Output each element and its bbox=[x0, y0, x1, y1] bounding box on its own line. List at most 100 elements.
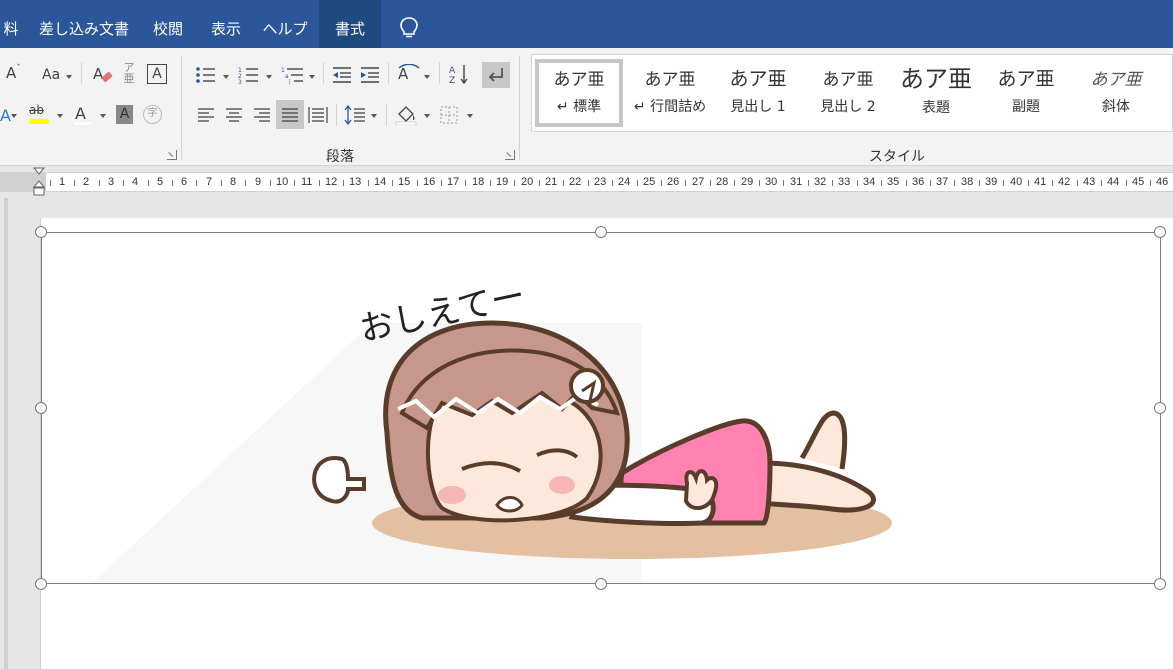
ruler-number: 15 bbox=[398, 176, 411, 188]
tab-references[interactable]: 料 bbox=[0, 0, 22, 48]
line-spacing-dropdown-icon[interactable] bbox=[371, 114, 377, 118]
ruler-number: 12 bbox=[325, 176, 338, 188]
ruler-number: 43 bbox=[1083, 176, 1096, 188]
change-case-dropdown-icon[interactable] bbox=[66, 75, 72, 79]
change-case-button[interactable]: Aa bbox=[42, 67, 60, 83]
ruler-number: 6 bbox=[181, 176, 188, 188]
ruler-tick bbox=[930, 180, 931, 186]
align-right-icon[interactable] bbox=[252, 106, 272, 124]
shading-icon[interactable] bbox=[395, 103, 417, 125]
highlight-button[interactable]: ab bbox=[29, 103, 44, 117]
ruler-number: 34 bbox=[863, 176, 876, 188]
tab-format[interactable]: 書式 bbox=[319, 0, 381, 48]
align-left-icon[interactable] bbox=[196, 106, 216, 124]
character-border-button[interactable]: A bbox=[147, 64, 167, 84]
resize-handle-top-right[interactable] bbox=[1154, 226, 1166, 238]
horizontal-ruler[interactable]: 1 2 3 4 5 6 7 8 9 10 11 12 13 14 15 16 17 18 19 20 21 22 23 24 2… bbox=[0, 166, 1173, 198]
paragraph-group-label: 段落 bbox=[326, 149, 354, 165]
distributed-icon[interactable] bbox=[308, 106, 328, 124]
tab-review[interactable]: 校閲 bbox=[146, 0, 190, 48]
style-no-spacing[interactable]: あア亜 ↵ 行間詰め bbox=[626, 59, 714, 127]
ruler-number: 14 bbox=[374, 176, 387, 188]
bullets-dropdown-icon[interactable] bbox=[223, 75, 229, 79]
ruler-number: 46 bbox=[1156, 176, 1169, 188]
tab-view[interactable]: 表示 bbox=[204, 0, 248, 48]
ruler-number: 39 bbox=[985, 176, 998, 188]
clear-formatting-icon[interactable]: A bbox=[92, 64, 114, 86]
ruler-number: 21 bbox=[545, 176, 558, 188]
phonetic-guide-button[interactable]: ア亜 bbox=[122, 62, 136, 84]
ruler-tick bbox=[343, 180, 344, 186]
multilevel-list-icon[interactable]: 1ai bbox=[281, 65, 305, 85]
resize-handle-middle-left[interactable] bbox=[35, 402, 47, 414]
ruler-tick bbox=[245, 180, 246, 186]
line-spacing-icon[interactable] bbox=[344, 105, 366, 125]
ruler-number: 7 bbox=[206, 176, 213, 188]
show-marks-button[interactable] bbox=[482, 62, 510, 88]
ribbon-separator bbox=[439, 62, 440, 84]
ruler-number: 3 bbox=[108, 176, 115, 188]
ruler-number: 36 bbox=[912, 176, 925, 188]
resize-handle-middle-right[interactable] bbox=[1154, 402, 1166, 414]
justify-button[interactable] bbox=[276, 100, 304, 129]
font-dialog-launcher-icon[interactable] bbox=[167, 150, 177, 160]
ruler-tick bbox=[685, 180, 686, 186]
borders-dropdown-icon[interactable] bbox=[467, 114, 473, 118]
font-color-dropdown-icon[interactable] bbox=[100, 114, 106, 118]
ruler-tick bbox=[441, 180, 442, 186]
resize-handle-top-left[interactable] bbox=[35, 226, 47, 238]
asian-layout-icon[interactable]: A bbox=[397, 64, 421, 84]
increase-indent-icon[interactable] bbox=[359, 65, 381, 85]
numbering-icon[interactable]: 123 bbox=[238, 65, 260, 85]
sort-icon[interactable]: A Z bbox=[448, 63, 470, 85]
ruler-number: 37 bbox=[936, 176, 949, 188]
ruler-tick bbox=[1052, 180, 1053, 186]
align-center-icon[interactable] bbox=[224, 106, 244, 124]
enclose-characters-button[interactable]: 字 bbox=[143, 105, 162, 124]
ruler-number: 16 bbox=[423, 176, 436, 188]
tab-mailings[interactable]: 差し込み文書 bbox=[36, 0, 132, 48]
ruler-number: 31 bbox=[790, 176, 803, 188]
ruler-number: 26 bbox=[667, 176, 680, 188]
shading-dropdown-icon[interactable] bbox=[424, 114, 430, 118]
style-title[interactable]: あア亜 表題 bbox=[892, 59, 980, 127]
numbering-dropdown-icon[interactable] bbox=[266, 75, 272, 79]
multilevel-dropdown-icon[interactable] bbox=[309, 75, 315, 79]
ruler-tick bbox=[465, 180, 466, 186]
style-emphasis[interactable]: あア亜 斜体 bbox=[1072, 59, 1160, 127]
ruler-tick bbox=[539, 180, 540, 186]
ruler-tick bbox=[270, 180, 271, 186]
paragraph-dialog-launcher-icon[interactable] bbox=[505, 150, 515, 160]
ruler-tick bbox=[954, 180, 955, 186]
ruler-number: 18 bbox=[472, 176, 485, 188]
svg-text:i: i bbox=[289, 79, 291, 85]
shrink-font-button[interactable]: Aˇ bbox=[6, 64, 21, 82]
borders-icon[interactable] bbox=[439, 105, 459, 125]
ruler-tick bbox=[734, 180, 735, 186]
ruler-tick bbox=[612, 180, 613, 186]
lightbulb-icon bbox=[400, 17, 418, 38]
resize-handle-bottom-right[interactable] bbox=[1154, 578, 1166, 590]
ruler-number: 33 bbox=[838, 176, 851, 188]
style-heading-1[interactable]: あア亜 見出し 1 bbox=[714, 59, 802, 127]
resize-handle-bottom-center[interactable] bbox=[595, 578, 607, 590]
first-line-indent-marker-icon[interactable] bbox=[33, 166, 45, 196]
highlight-dropdown-icon[interactable] bbox=[57, 114, 63, 118]
resize-handle-bottom-left[interactable] bbox=[35, 578, 47, 590]
selected-image[interactable]: おしえてー bbox=[35, 226, 1166, 590]
resize-handle-top-center[interactable] bbox=[595, 226, 607, 238]
ruler-number: 25 bbox=[643, 176, 656, 188]
tab-help[interactable]: ヘルプ bbox=[260, 0, 310, 48]
tell-me-button[interactable] bbox=[395, 0, 423, 48]
font-color-button[interactable]: A bbox=[75, 104, 86, 123]
bullets-icon[interactable] bbox=[195, 65, 217, 85]
style-subtitle[interactable]: あア亜 副題 bbox=[982, 59, 1070, 127]
text-effects-button[interactable]: A bbox=[0, 106, 11, 125]
character-shading-button[interactable]: A bbox=[116, 105, 133, 124]
text-effects-dropdown-icon[interactable] bbox=[11, 114, 17, 118]
style-normal[interactable]: あア亜 ↵ 標準 bbox=[535, 59, 623, 127]
asian-layout-dropdown-icon[interactable] bbox=[424, 75, 430, 79]
decrease-indent-icon[interactable] bbox=[331, 65, 353, 85]
ruler-number: 8 bbox=[230, 176, 237, 188]
style-heading-2[interactable]: あア亜 見出し 2 bbox=[804, 59, 892, 127]
